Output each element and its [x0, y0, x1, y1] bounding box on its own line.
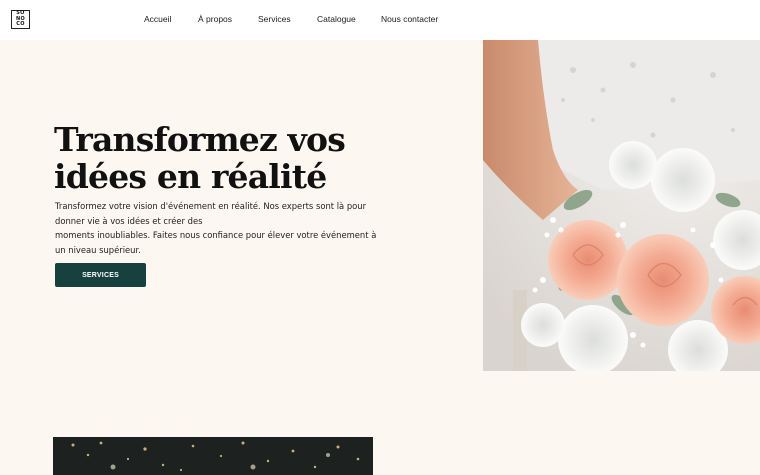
- hero-description: Transformez votre vision d'événement en …: [55, 199, 377, 257]
- hero-text-line-3: moments inoubliables. Faites nous confia…: [55, 230, 377, 240]
- services-button[interactable]: SERVICES: [55, 263, 146, 287]
- hero-text-line-1: Transformez votre vision d'événement en …: [55, 201, 367, 211]
- bridal-bouquet-photo: [483, 40, 760, 371]
- hero-title-line-2: idées en réalité: [54, 157, 327, 196]
- brand-logo[interactable]: SO NO CO: [11, 10, 30, 29]
- nav-link-catalogue[interactable]: Catalogue: [317, 14, 356, 24]
- logo-line-3: CO: [16, 21, 25, 28]
- nav-link-accueil[interactable]: Accueil: [144, 14, 171, 24]
- nav-link-services[interactable]: Services: [258, 14, 291, 24]
- hero-text-line-2: donner vie à vos idées et créer des: [55, 215, 203, 226]
- top-navigation: SO NO CO Accueil À propos Services Catal…: [0, 0, 760, 40]
- hero-text-line-4: un niveau supérieur.: [55, 244, 141, 255]
- nav-link-contact[interactable]: Nous contacter: [381, 14, 438, 24]
- nav-link-a-propos[interactable]: À propos: [198, 14, 232, 24]
- hero-title: Transformez vos idées en réalité: [54, 121, 354, 195]
- fireworks-photo: [53, 437, 373, 475]
- hero-title-line-1: Transformez vos: [54, 120, 346, 159]
